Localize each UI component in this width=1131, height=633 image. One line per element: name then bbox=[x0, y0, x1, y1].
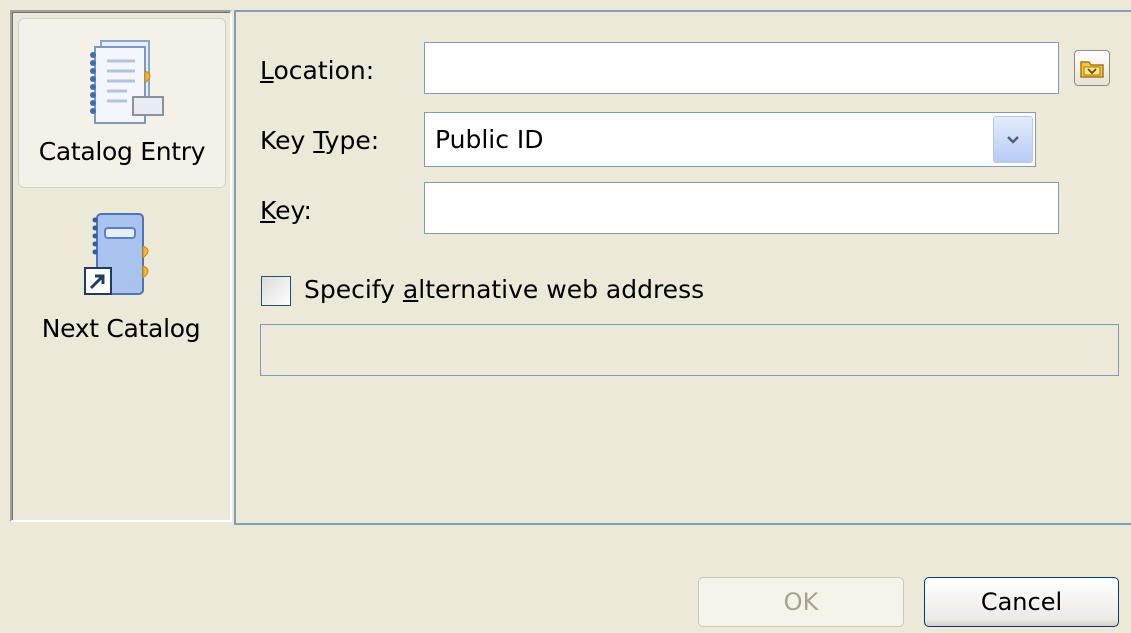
ok-button[interactable]: OK bbox=[698, 577, 904, 627]
key-input[interactable] bbox=[424, 182, 1059, 234]
location-input[interactable] bbox=[424, 42, 1059, 94]
sidebar-item-next-catalog[interactable]: Next Catalog bbox=[18, 206, 224, 356]
key-type-value: Public ID bbox=[435, 125, 544, 154]
sidebar-item-label: Next Catalog bbox=[41, 314, 201, 343]
entry-type-selector: Catalog Entry Next Catalog bbox=[10, 10, 232, 522]
sidebar-item-catalog-entry[interactable]: Catalog Entry bbox=[18, 18, 226, 188]
chevron-down-icon bbox=[1007, 135, 1019, 144]
sidebar-item-label: Catalog Entry bbox=[38, 137, 206, 166]
dropdown-button[interactable] bbox=[993, 116, 1033, 163]
alternative-web-address-label[interactable]: Specify alternative web address bbox=[304, 275, 704, 304]
catalog-entry-icon bbox=[90, 40, 164, 124]
key-type-select[interactable]: Public ID bbox=[424, 112, 1036, 167]
folder-icon bbox=[1080, 61, 1104, 78]
entry-details-panel: Location: Key Type: Public ID Key: Speci… bbox=[234, 10, 1131, 525]
next-catalog-icon bbox=[84, 213, 149, 295]
alternative-web-address-checkbox[interactable] bbox=[261, 276, 291, 306]
catalog-entry-dialog: Catalog Entry Next Catalog Location: Key… bbox=[0, 0, 1131, 633]
alternative-web-address-input[interactable] bbox=[260, 324, 1119, 376]
key-label: Key: bbox=[260, 196, 312, 225]
location-label: Location: bbox=[260, 56, 375, 85]
cancel-button[interactable]: Cancel bbox=[924, 577, 1119, 627]
key-type-label: Key Type: bbox=[260, 126, 380, 155]
browse-button[interactable] bbox=[1074, 50, 1110, 86]
